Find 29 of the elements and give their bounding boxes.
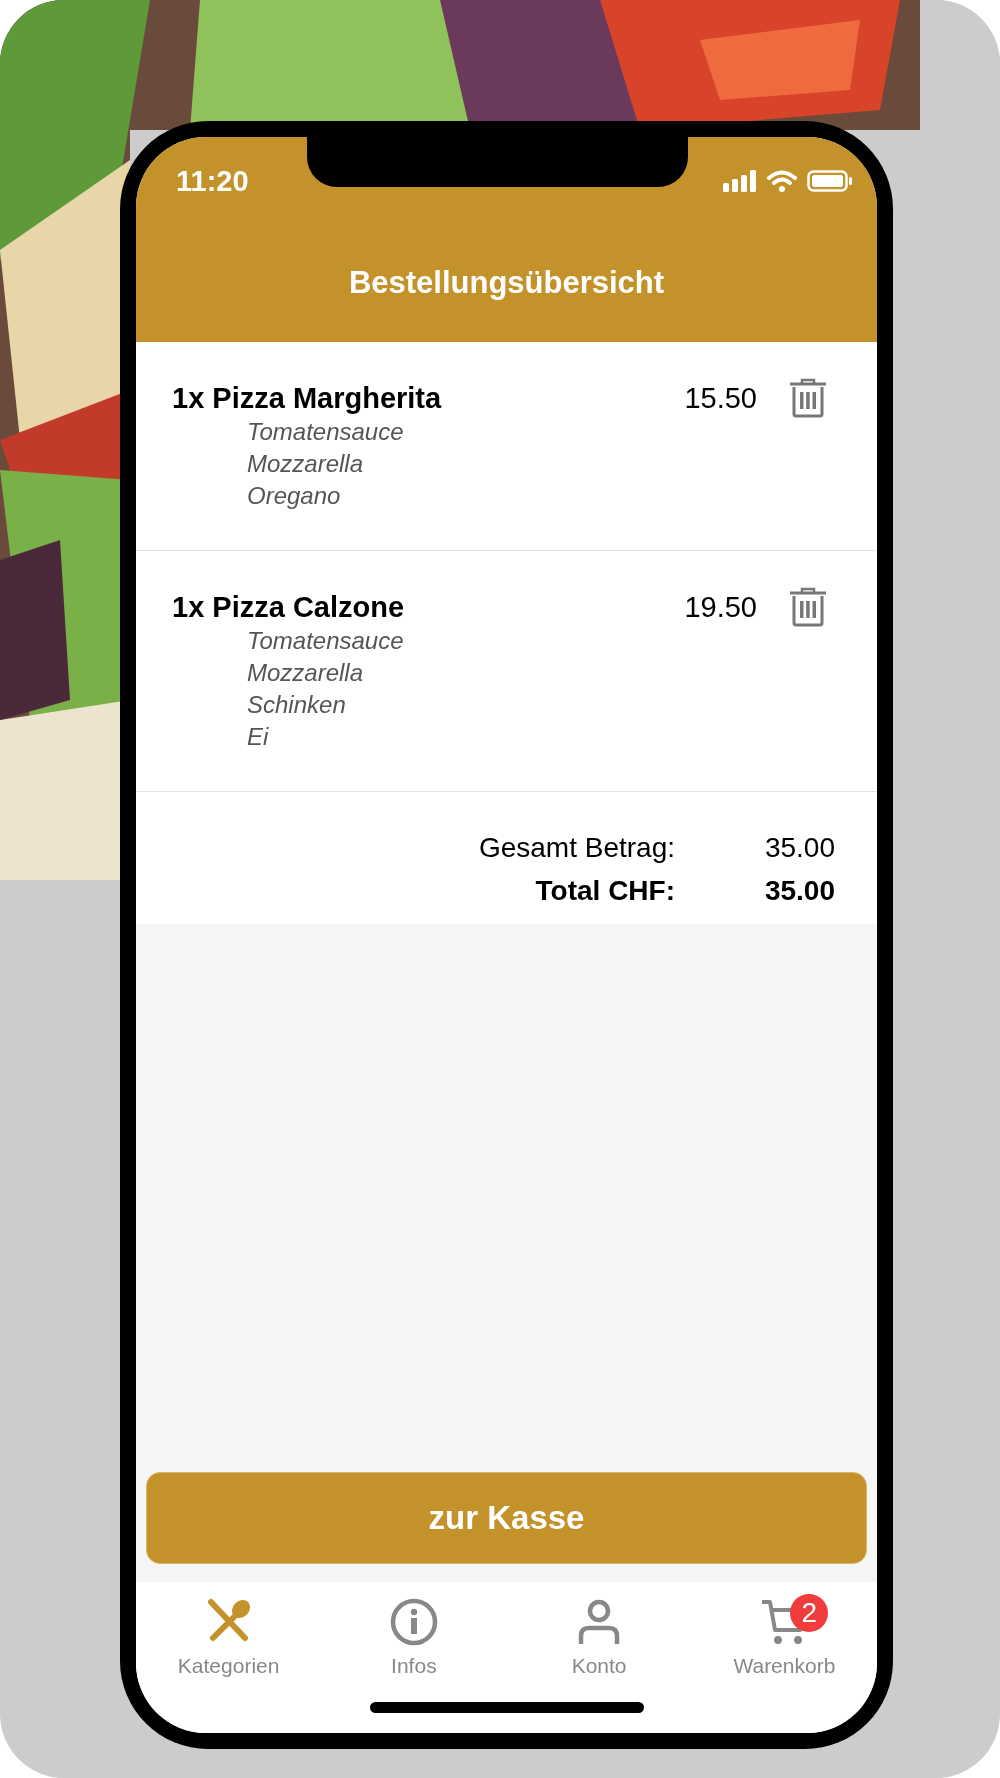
item-name: 1x Pizza Margherita (172, 381, 443, 416)
ingredient-text: Ei (247, 722, 270, 752)
ingredient-text: Mozzarella (247, 658, 365, 688)
total-value: 35.00 (763, 874, 835, 908)
ingredient-text: Tomatensauce (247, 417, 405, 447)
ingredient-text: Mozzarella (247, 449, 365, 479)
trash-icon[interactable] (789, 378, 827, 418)
tab-bar-item[interactable]: 2 Warenkorb (691, 1596, 877, 1678)
subtotal-value: 35.00 (763, 831, 835, 865)
status-time: 11:20 (176, 164, 249, 198)
battery-icon (807, 170, 853, 192)
wifi-icon (767, 170, 797, 192)
tab-bar-item[interactable]: Kategorien (136, 1596, 322, 1678)
ingredient-text: Schinken (247, 690, 347, 720)
ingredient-text: Tomatensauce (247, 626, 405, 656)
tab-bar-item[interactable]: Infos (321, 1596, 507, 1678)
item-price: 19.50 (684, 590, 757, 625)
item-price: 15.50 (684, 381, 757, 416)
checkout-button[interactable]: zur Kasse (146, 1472, 867, 1564)
trash-icon[interactable] (789, 587, 827, 627)
signal-icon (723, 170, 757, 192)
screen-title: Bestellungsübersicht (347, 265, 666, 301)
tab-bar-item[interactable]: Konto (506, 1596, 692, 1678)
cart-count-badge: 2 (790, 1594, 829, 1632)
subtotal-label: Gesamt Betrag: (478, 831, 675, 865)
total-label: Total CHF: (535, 874, 675, 908)
ingredient-text: Oregano (247, 481, 342, 511)
info-icon (389, 1598, 438, 1646)
item-name: 1x Pizza Calzone (172, 590, 406, 625)
